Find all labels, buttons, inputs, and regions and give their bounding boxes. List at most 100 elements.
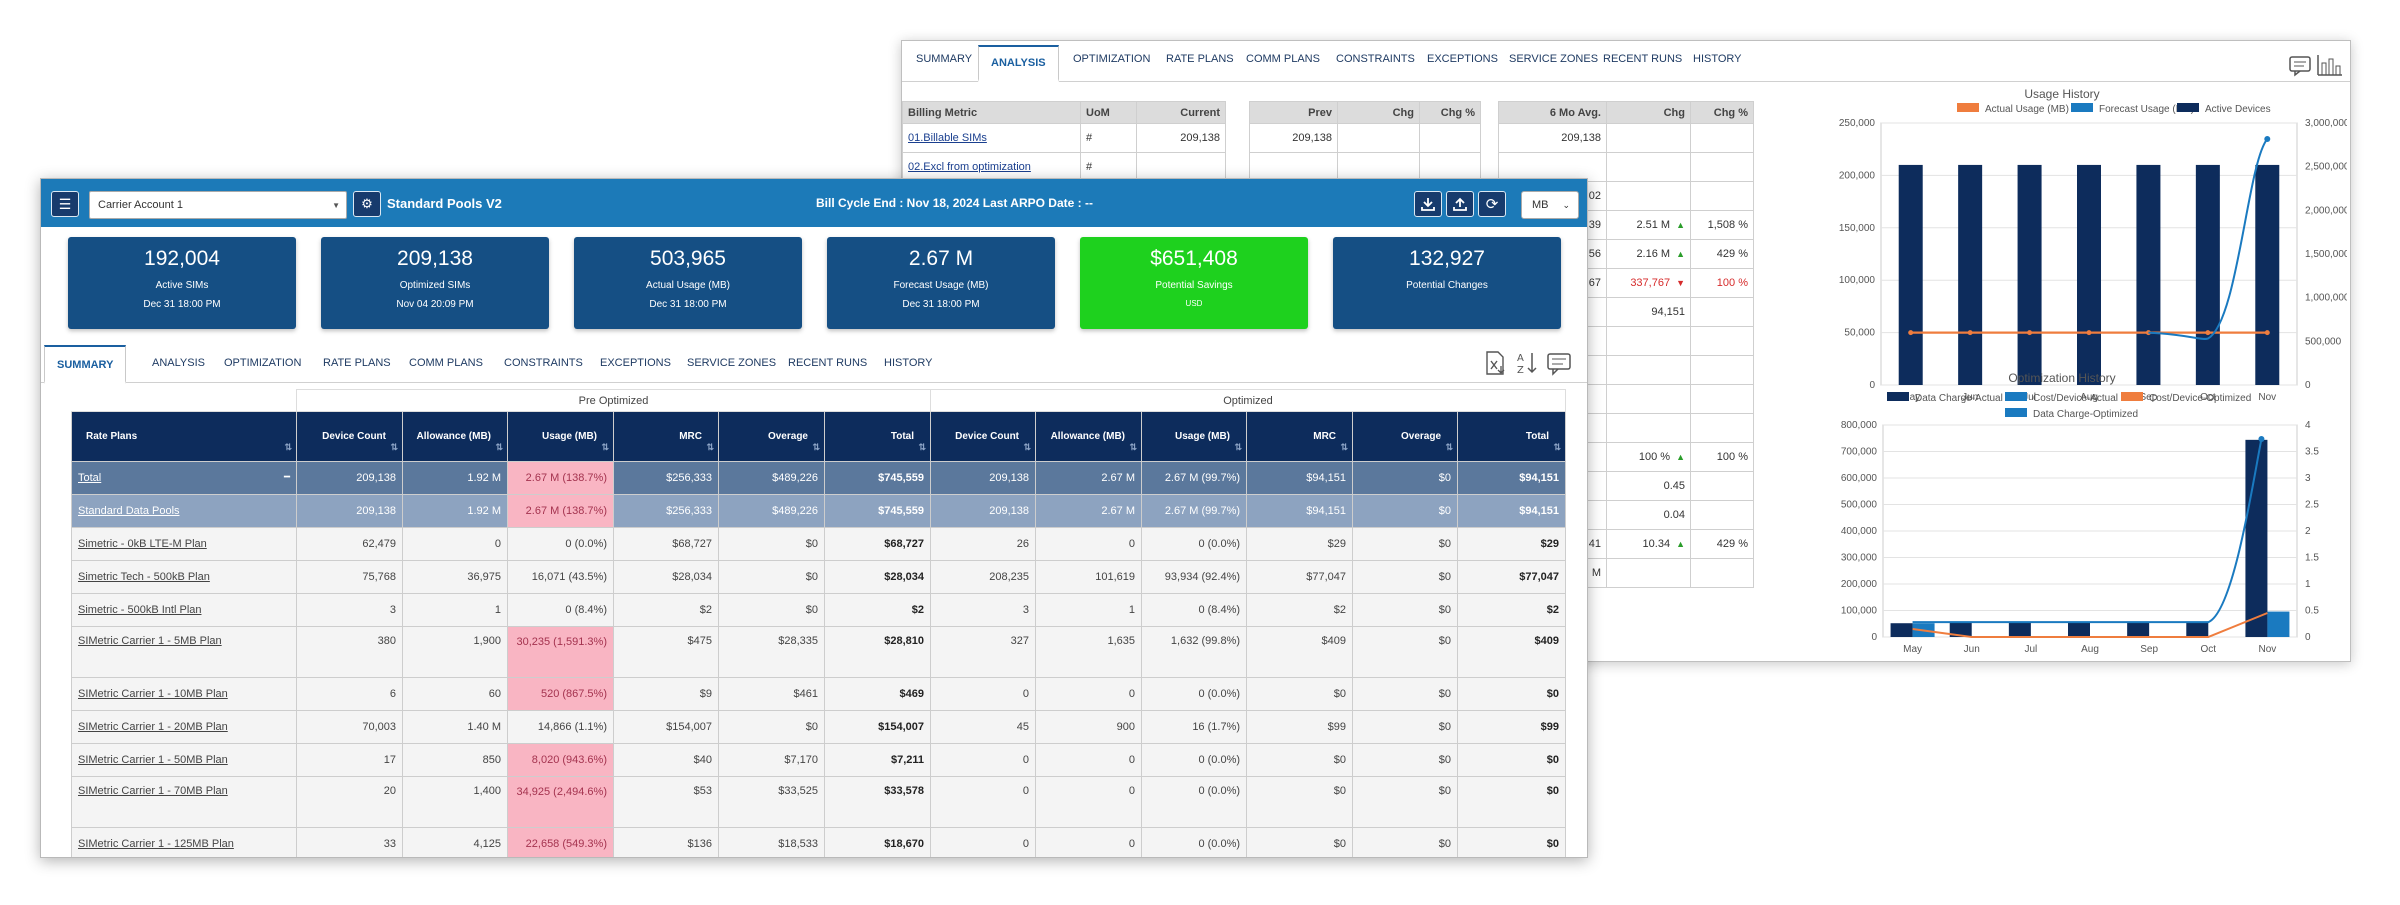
point-forecast-usage <box>2264 136 2271 142</box>
group-pre-optimized: Pre Optimized <box>295 389 932 412</box>
column-header[interactable]: MRC ⇅ <box>613 411 719 462</box>
rate-plan-link[interactable]: SIMetric Carrier 1 - 50MB Plan <box>78 754 228 766</box>
tab-optimization[interactable]: OPTIMIZATION <box>224 357 301 369</box>
tab-constraints[interactable]: CONSTRAINTS <box>1336 53 1415 65</box>
x-tick-label: Sep <box>2140 644 2158 655</box>
tab-rate-plans[interactable]: RATE PLANS <box>1166 53 1234 65</box>
billing-metric-table: Billing Metric UoM Current 01.Billable S… <box>902 101 1226 182</box>
tab-history[interactable]: HISTORY <box>1693 53 1742 65</box>
tab-recent-runs[interactable]: RECENT RUNS <box>1603 53 1682 65</box>
upload-button[interactable] <box>1446 191 1474 217</box>
metric-link[interactable]: 02.Excl from optimization <box>908 161 1031 173</box>
table-row: Simetric - 0kB LTE-M Plan 62,479 0 0 (0.0%)… <box>71 527 1567 561</box>
column-header[interactable]: Usage (MB) ⇅ <box>1141 411 1248 462</box>
y-right-tick-label: 2.5 <box>2305 500 2319 511</box>
unit-value: MB <box>1532 199 1549 211</box>
rate-plan-link[interactable]: Standard Data Pools <box>78 505 180 517</box>
column-header[interactable]: MRC ⇅ <box>1246 411 1354 462</box>
point-actual-usage <box>1908 330 1914 336</box>
legend-swatch <box>2005 392 2027 401</box>
column-header[interactable]: Rate Plans ⇅ <box>71 411 297 462</box>
svg-text:A: A <box>1517 353 1524 364</box>
kpi-potential-savings: $651,408 Potential Savings USD <box>1080 237 1308 329</box>
table-row: SIMetric Carrier 1 - 70MB Plan 20 1,400 34,… <box>71 776 1567 828</box>
hamburger-icon: ☰ <box>58 195 72 212</box>
tab-recent-runs[interactable]: RECENT RUNS <box>788 357 867 369</box>
account-value: Carrier Account 1 <box>98 199 183 211</box>
y-tick-label: 150,000 <box>1839 223 1876 234</box>
bar-data-charge-actual <box>2127 622 2150 637</box>
table-row: SIMetric Carrier 1 - 5MB Plan 380 1,900 30,… <box>71 626 1567 678</box>
unit-select[interactable]: MB ⌄ <box>1521 191 1579 219</box>
rate-plan-link[interactable]: Simetric - 0kB LTE-M Plan <box>78 538 207 550</box>
y-right-tick-label: 2,500,000 <box>2305 162 2347 173</box>
sort-icon: ⇅ <box>284 442 292 452</box>
comment-icon[interactable] <box>2289 56 2311 77</box>
tab-service-zones[interactable]: SERVICE ZONES <box>1509 53 1598 65</box>
refresh-button[interactable]: ⟳ <box>1478 191 1506 217</box>
tab-analysis[interactable]: ANALYSIS <box>978 45 1059 82</box>
column-header[interactable]: Allowance (MB) ⇅ <box>402 411 508 462</box>
column-header[interactable]: Overage ⇅ <box>1352 411 1459 462</box>
y-tick-label: 0 <box>1871 632 1877 643</box>
column-header[interactable]: Usage (MB) ⇅ <box>507 411 614 462</box>
tab-summary[interactable]: SUMMARY <box>916 53 972 65</box>
account-select[interactable]: Carrier Account 1 ▼ <box>89 191 347 219</box>
tab-rate-plans[interactable]: RATE PLANS <box>323 357 391 369</box>
bar-active-devices <box>2195 164 2220 385</box>
column-header[interactable]: Device Count ⇅ <box>930 411 1037 462</box>
y-right-tick-label: 1,000,000 <box>2305 293 2347 304</box>
x-tick-label: Oct <box>2201 644 2217 655</box>
rate-plan-link[interactable]: SIMetric Carrier 1 - 20MB Plan <box>78 721 228 733</box>
rate-plan-link[interactable]: SIMetric Carrier 1 - 70MB Plan <box>78 785 228 797</box>
column-header[interactable]: Device Count ⇅ <box>296 411 403 462</box>
y-tick-label: 400,000 <box>1841 526 1878 537</box>
y-tick-label: 800,000 <box>1841 420 1878 431</box>
rate-plan-link[interactable]: SIMetric Carrier 1 - 125MB Plan <box>78 838 234 850</box>
menu-button[interactable]: ☰ <box>51 191 79 217</box>
rate-plan-link[interactable]: Simetric - 500kB Intl Plan <box>78 604 202 616</box>
table-row: SIMetric Carrier 1 - 20MB Plan 70,003 1.40… <box>71 710 1567 744</box>
bar-active-devices <box>2136 164 2161 385</box>
tab-exceptions[interactable]: EXCEPTIONS <box>600 357 671 369</box>
rate-plan-link[interactable]: SIMetric Carrier 1 - 5MB Plan <box>78 635 222 647</box>
legend-label: Active Devices <box>2205 104 2271 115</box>
comment-icon[interactable] <box>1546 350 1572 376</box>
optimization-history-chart: Data Charge-Actual Cost/Device-Actual Cost… <box>1841 392 2319 655</box>
tab-comm-plans[interactable]: COMM PLANS <box>1246 53 1320 65</box>
download-button[interactable] <box>1414 191 1442 217</box>
export-excel-icon[interactable] <box>1482 350 1508 376</box>
tab-constraints[interactable]: CONSTRAINTS <box>504 357 583 369</box>
rate-plan-link[interactable]: Simetric Tech - 500kB Plan <box>78 571 210 583</box>
bar-data-charge-actual <box>1890 623 1913 637</box>
tab-exceptions[interactable]: EXCEPTIONS <box>1427 53 1498 65</box>
x-tick-label: Jul <box>2024 644 2037 655</box>
column-header[interactable]: Total ⇅ <box>1457 411 1567 462</box>
kpi-forecast-usage: 2.67 M Forecast Usage (MB) Dec 31 18:00 … <box>827 237 1055 329</box>
opt-chart-title: Optimization History <box>2008 371 2116 385</box>
column-header[interactable]: Total ⇅ <box>823 411 932 462</box>
tab-service-zones[interactable]: SERVICE ZONES <box>687 357 776 369</box>
metric-link[interactable]: 01.Billable SIMs <box>908 132 987 144</box>
tab-optimization[interactable]: OPTIMIZATION <box>1073 53 1150 65</box>
bar-active-devices <box>2077 164 2101 385</box>
rate-plan-link[interactable]: SIMetric Carrier 1 - 10MB Plan <box>78 688 228 700</box>
sort-icon: ⇅ <box>1023 442 1032 452</box>
rate-plan-link[interactable]: Total <box>78 472 101 484</box>
upload-icon <box>1453 197 1467 211</box>
sort-az-icon[interactable]: A Z <box>1514 350 1540 376</box>
chart-icon[interactable] <box>2317 55 2342 76</box>
column-header[interactable]: Allowance (MB) ⇅ <box>1035 411 1143 462</box>
metric-row: 209,138 <box>1498 123 1754 153</box>
tab-comm-plans[interactable]: COMM PLANS <box>409 357 483 369</box>
tab-summary[interactable]: SUMMARY <box>44 345 127 384</box>
collapse-icon[interactable]: ━ <box>284 472 290 483</box>
y-tick-label: 200,000 <box>1841 579 1878 590</box>
bar-data-charge-actual <box>2008 622 2031 637</box>
tab-history[interactable]: HISTORY <box>884 357 933 369</box>
settings-button[interactable]: ⚙ <box>353 191 381 217</box>
tab-analysis[interactable]: ANALYSIS <box>152 357 205 369</box>
y-tick-label: 200,000 <box>1839 170 1876 181</box>
y-right-tick-label: 3.5 <box>2305 447 2319 458</box>
column-header[interactable]: Overage ⇅ <box>718 411 825 462</box>
